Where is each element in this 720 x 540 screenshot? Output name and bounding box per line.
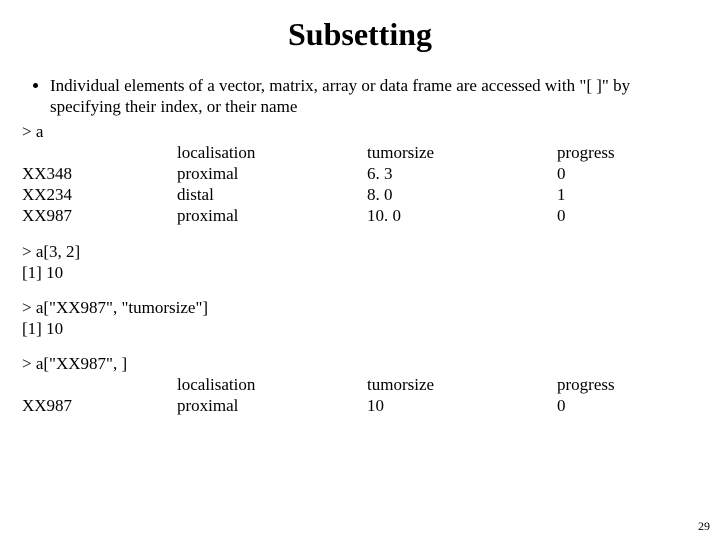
table-cell: XX987 xyxy=(22,395,177,416)
table-header: tumorsize xyxy=(367,374,557,395)
code-line: > a["XX987", "tumorsize"] xyxy=(22,297,698,318)
data-table-b: localisation tumorsize progress XX987 pr… xyxy=(22,374,698,417)
bullet-item: Individual elements of a vector, matrix,… xyxy=(50,75,698,118)
table-cell: XX987 xyxy=(22,205,177,226)
table-cell: 0 xyxy=(557,395,698,416)
table-cell: proximal xyxy=(177,163,367,184)
table-header: progress xyxy=(557,142,698,163)
table-cell: 8. 0 xyxy=(367,184,557,205)
table-cell: proximal xyxy=(177,395,367,416)
table-cell: 10 xyxy=(367,395,557,416)
code-output: [1] 10 xyxy=(22,262,698,283)
code-prompt-a: > a xyxy=(22,122,698,142)
data-table-a: localisation tumorsize progress XX348 pr… xyxy=(22,142,698,227)
code-output: [1] 10 xyxy=(22,318,698,339)
table-header xyxy=(22,142,177,163)
page-title: Subsetting xyxy=(22,16,698,53)
table-header: localisation xyxy=(177,142,367,163)
table-cell: distal xyxy=(177,184,367,205)
table-cell: XX234 xyxy=(22,184,177,205)
code-line: > a["XX987", ] xyxy=(22,354,698,374)
table-cell: XX348 xyxy=(22,163,177,184)
code-example-3: > a["XX987", ] localisation tumorsize pr… xyxy=(22,354,698,417)
code-line: > a[3, 2] xyxy=(22,241,698,262)
code-example-2: > a["XX987", "tumorsize"] [1] 10 xyxy=(22,297,698,340)
table-cell: 10. 0 xyxy=(367,205,557,226)
slide: Subsetting Individual elements of a vect… xyxy=(0,0,720,416)
code-example-1: > a[3, 2] [1] 10 xyxy=(22,241,698,284)
page-number: 29 xyxy=(698,519,710,534)
table-cell: 0 xyxy=(557,205,698,226)
table-cell: 6. 3 xyxy=(367,163,557,184)
table-header: progress xyxy=(557,374,698,395)
table-cell: proximal xyxy=(177,205,367,226)
table-header: localisation xyxy=(177,374,367,395)
table-cell: 0 xyxy=(557,163,698,184)
table-cell: 1 xyxy=(557,184,698,205)
table-header: tumorsize xyxy=(367,142,557,163)
bullet-list: Individual elements of a vector, matrix,… xyxy=(22,75,698,118)
table-header xyxy=(22,374,177,395)
